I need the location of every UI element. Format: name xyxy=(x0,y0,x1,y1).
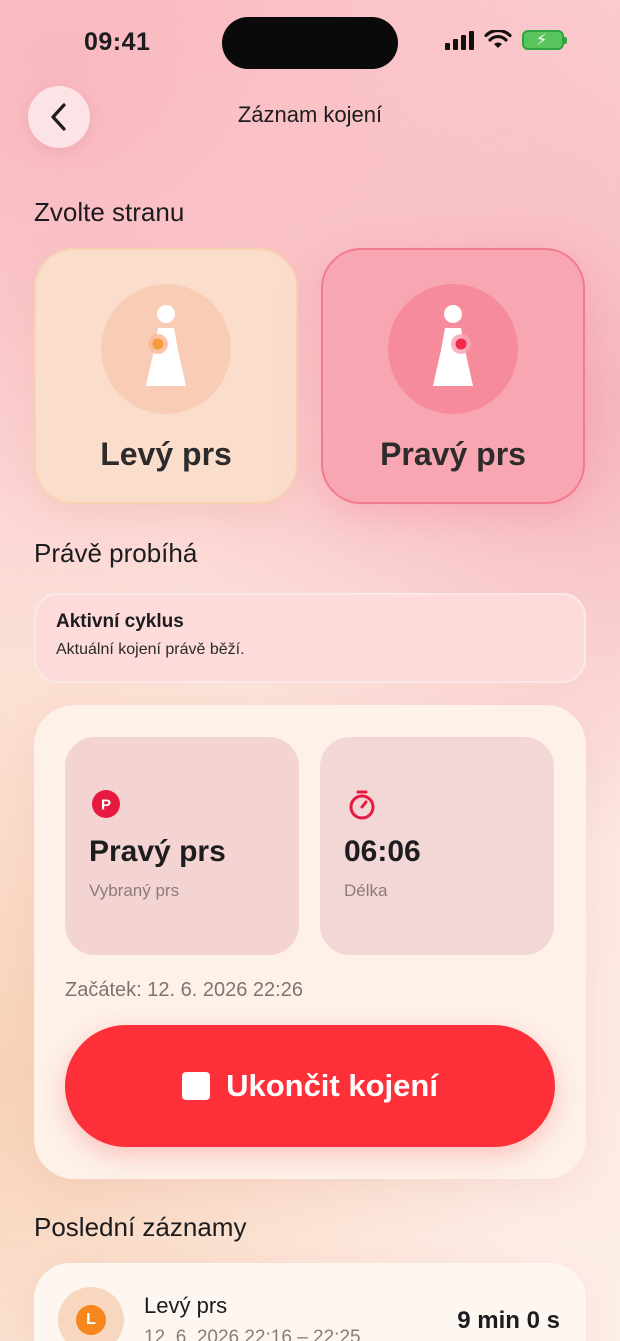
navigation-bar: Záznam kojení xyxy=(0,86,620,148)
record-time-range: 12. 6. 2026 22:16 – 22:25 xyxy=(144,1327,361,1341)
cellular-signal-icon xyxy=(445,30,474,50)
selected-breast-tile: P Pravý prs Vybraný prs xyxy=(65,737,299,955)
banner-title: Aktivní cyklus xyxy=(56,611,184,632)
start-time-text: Začátek: 12. 6. 2026 22:26 xyxy=(65,979,303,1001)
status-bar: 09:41 ⚡ xyxy=(0,0,620,90)
status-icons: ⚡ xyxy=(445,30,567,50)
left-breast-badge: L xyxy=(58,1287,124,1341)
timer-icon xyxy=(349,790,375,820)
battery-charging-icon: ⚡ xyxy=(522,30,567,50)
breast-badge-icon: P xyxy=(92,790,120,818)
status-time: 09:41 xyxy=(84,28,151,56)
dynamic-island xyxy=(222,17,398,69)
session-card: P Pravý prs Vybraný prs 06:06 Délka Začá… xyxy=(34,705,586,1179)
left-badge-letter: L xyxy=(76,1305,106,1335)
duration-label: Délka xyxy=(344,881,388,900)
duration-value: 06:06 xyxy=(344,835,421,868)
stop-feeding-label: Ukončit kojení xyxy=(226,1068,438,1103)
in-progress-heading: Právě probíhá xyxy=(34,538,198,568)
recent-records-heading: Poslední záznamy xyxy=(34,1212,247,1242)
duration-tile: 06:06 Délka xyxy=(320,737,554,955)
wifi-icon xyxy=(484,30,512,48)
choose-side-heading: Zvolte stranu xyxy=(34,197,185,227)
left-breast-label: Levý prs xyxy=(100,436,232,472)
stop-feeding-button[interactable]: Ukončit kojení xyxy=(65,1025,555,1147)
breast-badge-letter: P xyxy=(101,797,111,814)
right-breast-label: Pravý prs xyxy=(380,436,526,472)
record-title: Levý prs xyxy=(144,1293,228,1318)
right-breast-option[interactable]: Pravý prs xyxy=(321,248,585,504)
record-duration: 9 min 0 s xyxy=(457,1307,560,1334)
banner-subtitle: Aktuální kojení právě běží. xyxy=(56,641,245,658)
stop-icon xyxy=(182,1072,211,1100)
recent-record-item[interactable]: L Levý prs 12. 6. 2026 22:16 – 22:25 9 m… xyxy=(34,1263,586,1341)
left-breast-option[interactable]: Levý prs xyxy=(34,248,298,504)
active-cycle-banner: Aktivní cyklus Aktuální kojení právě běž… xyxy=(34,593,586,683)
page-title: Záznam kojení xyxy=(237,102,383,127)
right-breast-icon xyxy=(388,284,518,414)
selected-breast-value: Pravý prs xyxy=(89,835,226,868)
selected-breast-label: Vybraný prs xyxy=(89,881,180,900)
left-breast-icon xyxy=(101,284,231,414)
